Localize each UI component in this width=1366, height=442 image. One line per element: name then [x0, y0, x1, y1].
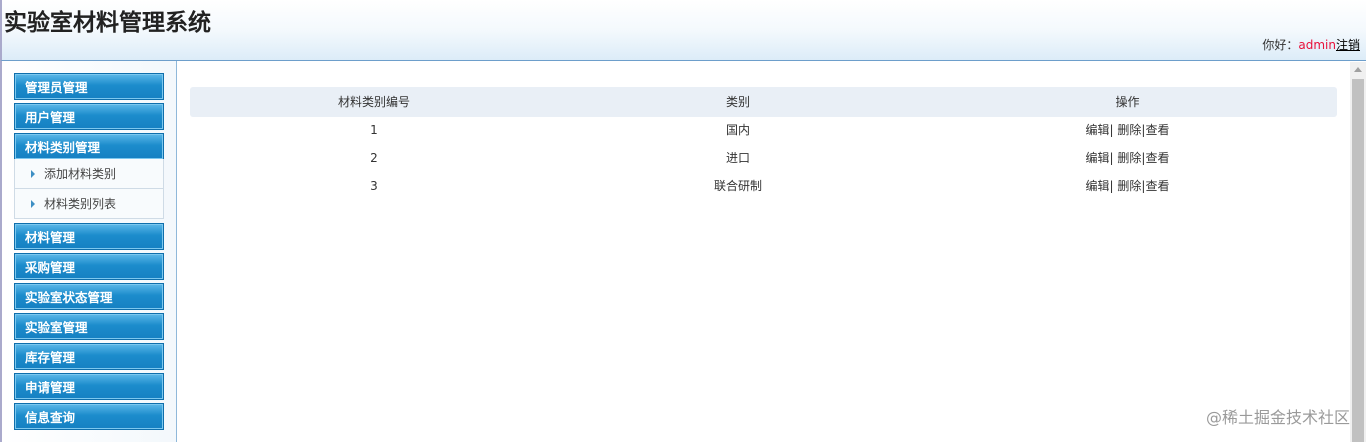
- cell-id: 1: [370, 123, 378, 137]
- menu-user-management[interactable]: 用户管理: [14, 103, 164, 130]
- submenu-category-list[interactable]: 材料类别列表: [14, 189, 164, 219]
- caret-right-icon: [31, 170, 35, 178]
- submenu-label: 添加材料类别: [44, 167, 117, 181]
- menu-material-category-management[interactable]: 材料类别管理: [14, 133, 164, 160]
- header: 实验室材料管理系统 你好：admin注销: [0, 0, 1366, 61]
- view-link[interactable]: 查看: [1145, 151, 1169, 165]
- cell-id: 2: [370, 151, 378, 165]
- cell-category: 国内: [725, 123, 750, 137]
- cell-actions: 编辑| 删除|查看: [918, 171, 1337, 201]
- column-header: 材料类别编号: [337, 95, 410, 109]
- menu-admin-management[interactable]: 管理员管理: [14, 73, 164, 100]
- cell-category: 联合研制: [713, 179, 762, 193]
- separator: |: [1109, 151, 1114, 165]
- table-header: 材料类别编号 类别 操作: [190, 87, 1337, 117]
- separator: |: [1109, 179, 1114, 193]
- watermark: @稀土掘金技术社区: [1205, 408, 1350, 427]
- menu-application-management[interactable]: 申请管理: [14, 373, 164, 400]
- menu-lab-management[interactable]: 实验室管理: [14, 313, 164, 340]
- user-bar: 你好：admin注销: [1262, 36, 1360, 53]
- delete-link[interactable]: 删除: [1117, 179, 1141, 193]
- table-row: 1 国内 编辑| 删除|查看: [190, 115, 1337, 145]
- logout-link[interactable]: 注销: [1336, 38, 1360, 52]
- column-header: 操作: [1115, 95, 1140, 109]
- table-row: 3 联合研制 编辑| 删除|查看: [190, 171, 1337, 201]
- scrollbar-thumb[interactable]: [1352, 79, 1364, 442]
- view-link[interactable]: 查看: [1145, 123, 1169, 137]
- edit-link[interactable]: 编辑: [1086, 179, 1110, 193]
- caret-right-icon: [31, 200, 35, 208]
- greeting: 你好：: [1262, 38, 1299, 52]
- scroll-up-arrow-icon[interactable]: [1354, 67, 1362, 72]
- cell-actions: 编辑| 删除|查看: [918, 115, 1337, 145]
- view-link[interactable]: 查看: [1145, 179, 1169, 193]
- submenu-add-category[interactable]: 添加材料类别: [14, 159, 164, 189]
- edit-link[interactable]: 编辑: [1086, 123, 1110, 137]
- menu-lab-status-management[interactable]: 实验室状态管理: [14, 283, 164, 310]
- app-title: 实验室材料管理系统: [4, 10, 211, 36]
- vertical-scrollbar[interactable]: [1350, 62, 1366, 442]
- category-table: 材料类别编号 类别 操作 1 国内 编辑| 删除|查看 2 进口 编辑| 删除|…: [190, 87, 1337, 201]
- cell-category: 进口: [725, 151, 750, 165]
- cell-actions: 编辑| 删除|查看: [918, 143, 1337, 173]
- menu-purchase-management[interactable]: 采购管理: [14, 253, 164, 280]
- menu-info-query[interactable]: 信息查询: [14, 403, 164, 430]
- table-row: 2 进口 编辑| 删除|查看: [190, 143, 1337, 173]
- separator: |: [1109, 123, 1114, 137]
- delete-link[interactable]: 删除: [1117, 151, 1141, 165]
- cell-id: 3: [370, 179, 378, 193]
- username: admin: [1298, 38, 1336, 52]
- menu-inventory-management[interactable]: 库存管理: [14, 343, 164, 370]
- submenu-label: 材料类别列表: [44, 197, 117, 211]
- edit-link[interactable]: 编辑: [1086, 151, 1110, 165]
- menu-material-management[interactable]: 材料管理: [14, 223, 164, 250]
- column-header: 类别: [725, 95, 750, 109]
- sidebar: 管理员管理 用户管理 材料类别管理 添加材料类别 材料类别列表 材料管理 采购管…: [0, 61, 177, 442]
- delete-link[interactable]: 删除: [1117, 123, 1141, 137]
